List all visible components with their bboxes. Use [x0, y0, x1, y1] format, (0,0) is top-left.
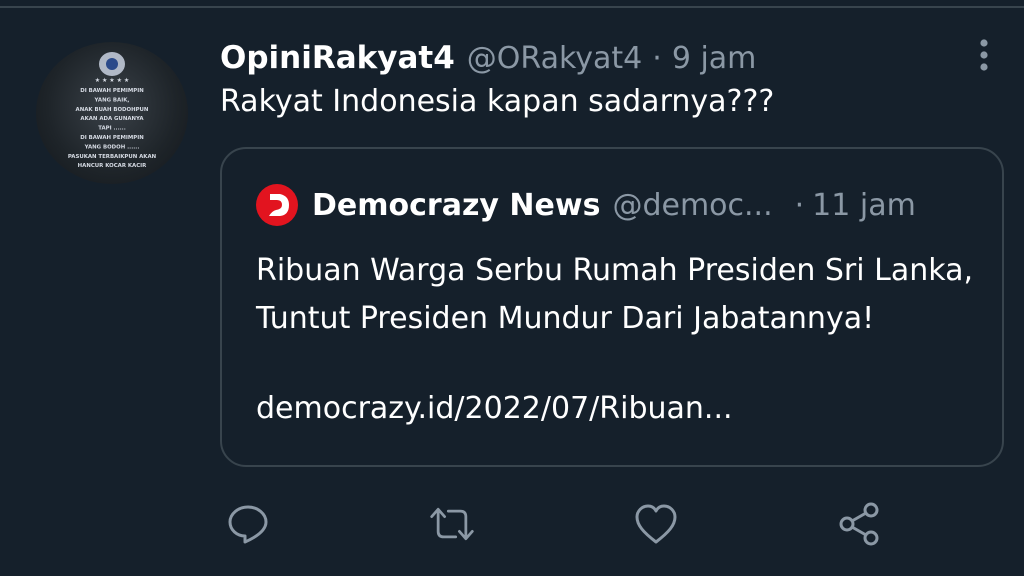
avatar-poster-line: YANG BODOH ...... — [84, 144, 140, 150]
header-separator: · — [652, 40, 662, 76]
quoted-tweet-text: Ribuan Warga Serbu Rumah Presiden Sri La… — [256, 253, 973, 336]
quoted-tweet[interactable]: Democrazy News @democ... · 11 jam Ribuan… — [220, 147, 1004, 467]
share-icon — [839, 502, 879, 546]
quoted-author-avatar — [256, 184, 298, 226]
avatar-poster-line: ANAK BUAH BODOHPUN — [76, 107, 149, 113]
quoted-header-separator: · — [794, 187, 805, 223]
avatar-poster-image: ★ ★ ★ ★ ★ DI BAWAH PEMIMPIN YANG BAIK, ANA… — [68, 52, 157, 169]
avatar-poster-line: DI BAWAH PEMIMPIN — [80, 135, 144, 141]
avatar-poster-line: DI BAWAH PEMIMPIN — [80, 88, 144, 94]
author-handle[interactable]: @ORakyat4 — [467, 41, 642, 76]
tweet-header: OpiniRakyat4 @ORakyat4 · 9 jam — [220, 38, 756, 78]
avatar-poster-line: YANG BAIK, — [94, 97, 130, 103]
tweet[interactable]: ★ ★ ★ ★ ★ DI BAWAH PEMIMPIN YANG BAIK, ANA… — [0, 0, 1024, 576]
avatar-poster-line: HANCUR KOCAR KACIR — [78, 163, 148, 169]
avatar-poster-line: PASUKAN TERBAIKPUN AKAN — [68, 154, 157, 160]
author-avatar[interactable]: ★ ★ ★ ★ ★ DI BAWAH PEMIMPIN YANG BAIK, ANA… — [36, 42, 188, 184]
svg-text:★ ★ ★ ★ ★: ★ ★ ★ ★ ★ — [95, 77, 130, 84]
quoted-author-handle: @democ... — [612, 187, 773, 223]
more-vertical-icon — [980, 39, 988, 71]
tweet-time[interactable]: 9 jam — [672, 41, 757, 76]
retweet-button[interactable] — [428, 500, 476, 548]
quoted-tweet-header: Democrazy News @democ... · 11 jam — [256, 183, 986, 227]
quoted-author-name: Democrazy News — [312, 187, 601, 223]
avatar-poster-line: TAPI ...... — [98, 126, 126, 132]
retweet-icon — [430, 507, 474, 541]
more-options-button[interactable] — [968, 36, 1000, 76]
like-icon — [635, 504, 677, 544]
tweet-text: Rakyat Indonesia kapan sadarnya??? — [220, 84, 775, 119]
avatar-poster-line: AKAN ADA GUNANYA — [80, 116, 144, 122]
share-button[interactable] — [836, 500, 884, 548]
quoted-tweet-link[interactable]: democrazy.id/2022/07/Ribuan... — [256, 391, 733, 426]
quoted-tweet-time: 11 jam — [812, 187, 916, 223]
reply-icon — [228, 505, 268, 544]
like-button[interactable] — [632, 500, 680, 548]
democrazy-logo-icon — [257, 185, 297, 225]
author-name[interactable]: OpiniRakyat4 — [220, 40, 455, 76]
reply-button[interactable] — [224, 500, 272, 548]
